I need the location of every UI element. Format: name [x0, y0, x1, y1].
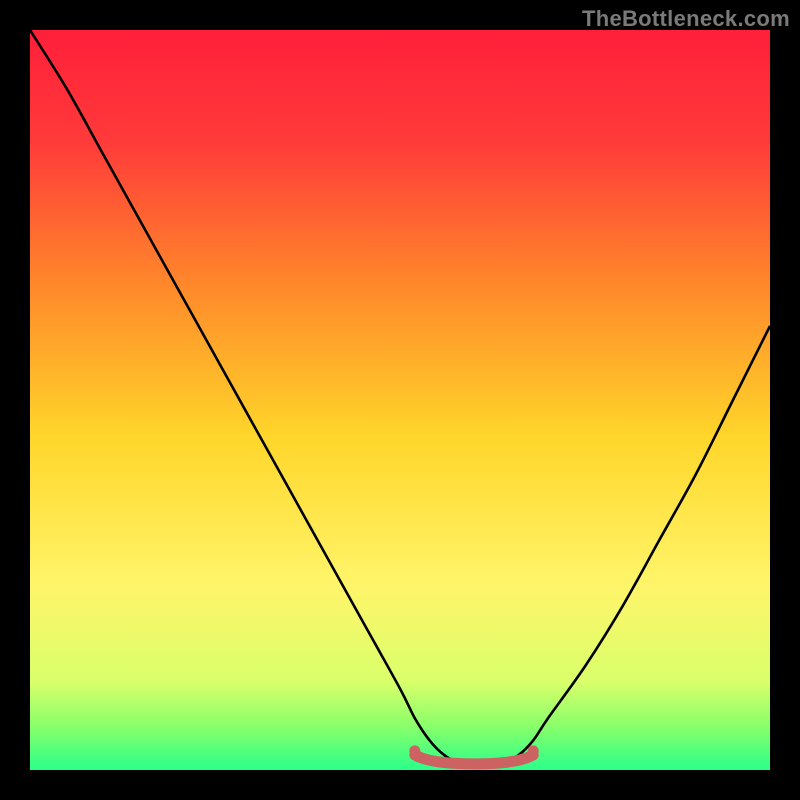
bottleneck-curve-chart	[30, 30, 770, 770]
plot-area	[30, 30, 770, 770]
chart-frame: TheBottleneck.com	[0, 0, 800, 800]
optimal-range-end-dot	[528, 745, 539, 756]
gradient-background	[30, 30, 770, 770]
attribution-label: TheBottleneck.com	[582, 6, 790, 32]
optimal-range-start-dot	[409, 745, 420, 756]
